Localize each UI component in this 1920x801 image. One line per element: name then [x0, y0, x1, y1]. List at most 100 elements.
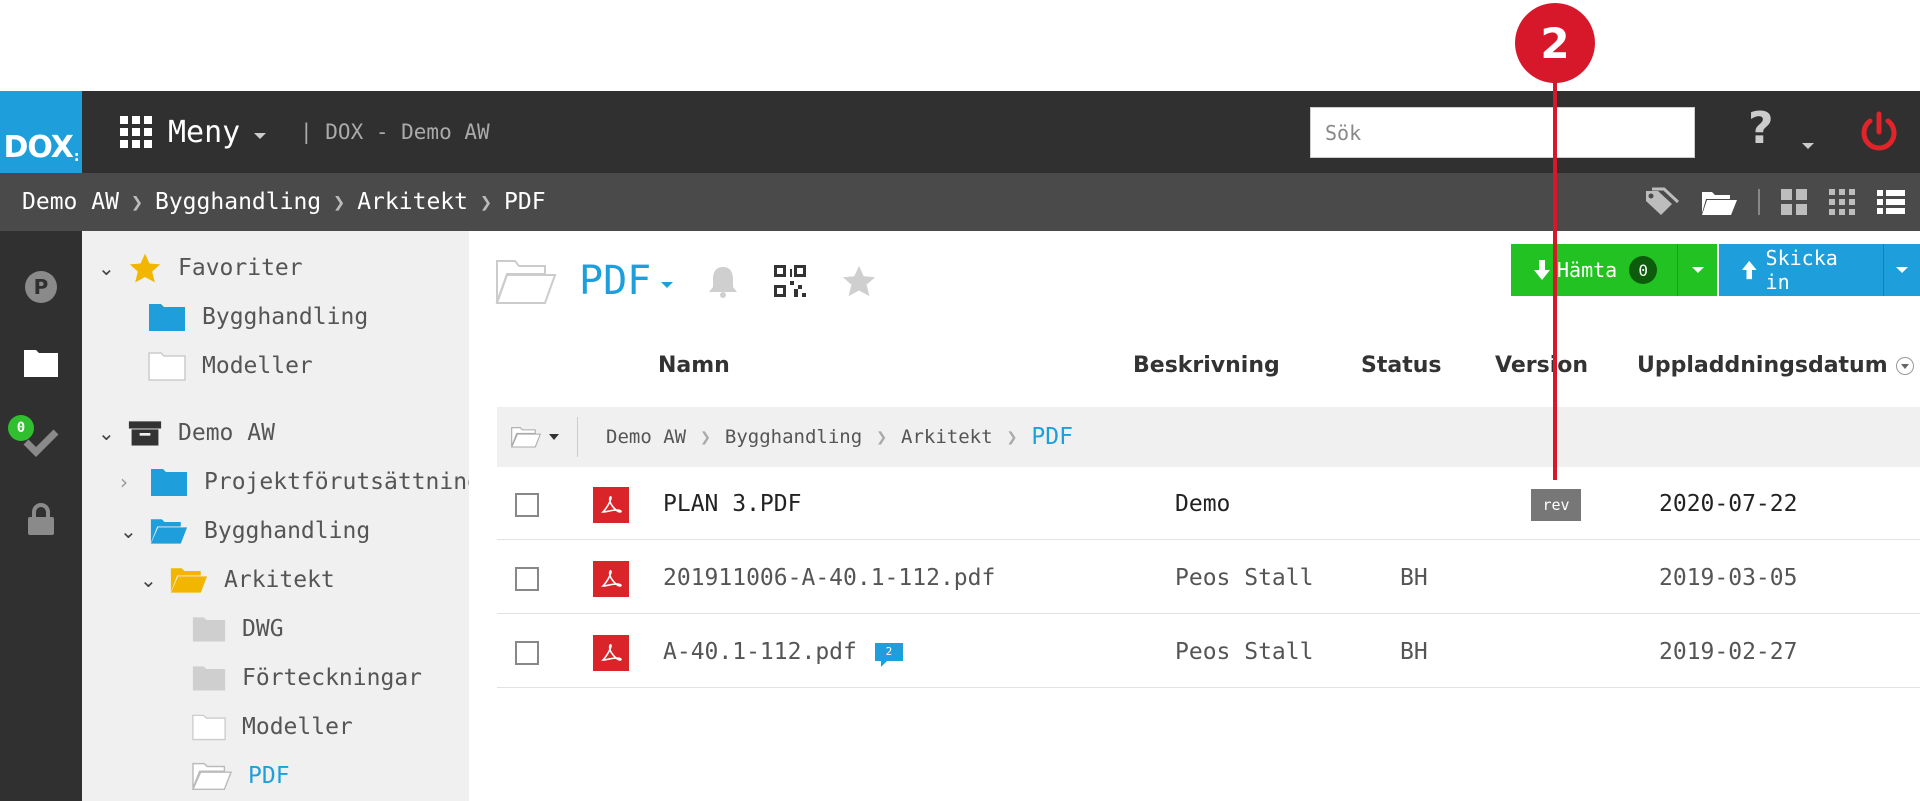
file-description: Peos Stall	[1175, 564, 1314, 591]
file-name[interactable]: 201911006-A-40.1-112.pdf	[663, 541, 995, 614]
chevron-down-icon	[1896, 267, 1908, 273]
app-title: | DOX - Demo AW	[300, 120, 490, 144]
chevron-down-icon[interactable]	[661, 282, 674, 288]
chevron-down-icon[interactable]: ⌄	[140, 568, 160, 592]
sort-down-icon[interactable]	[1895, 357, 1914, 375]
chevron-right-icon[interactable]: ›	[120, 470, 140, 494]
arrow-up-icon	[1741, 260, 1757, 280]
breadcrumb-item[interactable]: Demo AW	[22, 189, 119, 215]
bell-icon[interactable]	[707, 264, 739, 298]
tree-favorites[interactable]: ⌄ Favoriter	[98, 248, 303, 288]
breadcrumb-item[interactable]: Arkitekt	[357, 189, 468, 215]
tree-item-bygghandling[interactable]: ⌄ Bygghandling	[120, 511, 370, 551]
menu-button[interactable]: Meny	[120, 91, 267, 173]
folder-open-icon	[511, 427, 541, 448]
dox-logo[interactable]: DOX:	[0, 91, 82, 173]
star-icon	[129, 253, 161, 283]
rail-item-projects[interactable]: P	[20, 266, 62, 308]
folder-tree: ⌄ Favoriter Bygghandling Modeller ⌄ Demo…	[82, 231, 509, 801]
path-item[interactable]: Arkitekt	[901, 426, 993, 448]
breadcrumb-item[interactable]: Bygghandling	[155, 189, 321, 215]
tree-item-favorite-modeller[interactable]: Modeller	[148, 346, 313, 386]
table-row[interactable]: PLAN 3.PDF Demo rev 2020-07-22	[497, 467, 1920, 540]
row-checkbox[interactable]	[515, 641, 539, 665]
path-item[interactable]: Bygghandling	[725, 426, 862, 448]
chevron-right-icon: ❯	[876, 426, 888, 448]
path-folder-dropdown[interactable]	[497, 417, 578, 457]
tree-item-pdf[interactable]: PDF	[192, 756, 290, 796]
row-checkbox[interactable]	[515, 567, 539, 591]
star-icon[interactable]	[841, 264, 877, 298]
folder-open-icon[interactable]	[1700, 187, 1738, 217]
chevron-down-icon[interactable]: ⌄	[98, 421, 118, 445]
annotation-marker: 2	[1515, 3, 1595, 83]
table-row[interactable]: A-40.1-112.pdf 2 Peos Stall BH 2019-02-2…	[497, 615, 1920, 688]
upload-button[interactable]: Skicka in	[1719, 244, 1884, 296]
table-row[interactable]: 201911006-A-40.1-112.pdf Peos Stall BH 2…	[497, 541, 1920, 614]
column-header-status[interactable]: Status	[1361, 353, 1441, 378]
chevron-down-icon[interactable]: ⌄	[120, 519, 140, 543]
upload-dropdown-button[interactable]	[1883, 244, 1920, 296]
upload-button-group: Skicka in	[1719, 244, 1920, 296]
path-item[interactable]: Demo AW	[606, 426, 686, 448]
pdf-file-icon	[593, 487, 629, 523]
file-name[interactable]: A-40.1-112.pdf	[663, 639, 857, 665]
menu-label: Meny	[168, 114, 241, 150]
search-input[interactable]	[1310, 107, 1695, 158]
folder-open-icon	[495, 260, 557, 304]
folder-title[interactable]: PDF	[579, 258, 651, 304]
small-grid-view-icon[interactable]	[1828, 188, 1856, 216]
pdf-file-icon	[593, 561, 629, 597]
tree-item-dwg[interactable]: DWG	[192, 609, 284, 649]
download-count-badge: 0	[1629, 256, 1658, 284]
apps-grid-icon	[120, 116, 152, 148]
view-tools	[1644, 173, 1906, 231]
help-chevron-down-icon[interactable]	[1802, 143, 1814, 149]
top-bar: DOX: Meny | DOX - Demo AW ?	[0, 91, 1920, 173]
tree-project[interactable]: ⌄ Demo AW	[98, 413, 275, 453]
tree-item-modeller[interactable]: Modeller	[192, 707, 353, 747]
version-badge[interactable]: rev	[1531, 489, 1581, 521]
column-header-version[interactable]: Version	[1495, 353, 1588, 378]
download-button[interactable]: Hämta 0	[1511, 244, 1678, 296]
file-name-cell: A-40.1-112.pdf 2	[663, 615, 903, 688]
rail-item-locked[interactable]	[20, 499, 62, 541]
row-checkbox[interactable]	[515, 493, 539, 517]
main-content: PDF Hämta 0 Skicka in Namn Beskrivning S…	[469, 231, 1920, 801]
file-status: BH	[1400, 564, 1428, 591]
power-icon[interactable]	[1858, 111, 1900, 153]
tree-item-projektforutsattningar[interactable]: › Projektförutsättningar	[120, 462, 509, 502]
folder-open-icon	[192, 762, 232, 791]
large-grid-view-icon[interactable]	[1780, 188, 1808, 216]
rail-item-documents[interactable]	[20, 341, 62, 383]
tree-item-arkitekt[interactable]: ⌄ Arkitekt	[140, 560, 335, 600]
column-header-upload-date[interactable]: Uppladdningsdatum	[1637, 353, 1914, 378]
folder-icon	[148, 352, 186, 381]
comment-count-icon[interactable]: 2	[874, 642, 903, 667]
qr-code-icon[interactable]	[773, 264, 807, 298]
annotation-line	[1553, 80, 1557, 480]
breadcrumb-item[interactable]: PDF	[504, 189, 546, 215]
tree-item-favorite-bygghandling[interactable]: Bygghandling	[148, 297, 368, 337]
tags-icon[interactable]	[1644, 187, 1680, 217]
path-item-current[interactable]: PDF	[1031, 424, 1073, 450]
arrow-down-icon	[1534, 260, 1550, 280]
download-dropdown-button[interactable]	[1677, 244, 1718, 296]
tree-item-forteckningar[interactable]: Förteckningar	[192, 658, 422, 698]
chevron-right-icon: ❯	[1006, 426, 1018, 448]
pdf-file-icon	[593, 635, 629, 671]
column-header-description[interactable]: Beskrivning	[1133, 353, 1280, 378]
path-breadcrumb: Demo AW ❯ Bygghandling ❯ Arkitekt ❯ PDF	[606, 424, 1073, 450]
folder-icon	[192, 714, 226, 741]
chevron-down-icon[interactable]: ⌄	[98, 256, 118, 280]
help-icon[interactable]: ?	[1748, 103, 1774, 154]
chevron-down-icon	[254, 133, 267, 139]
list-view-icon[interactable]	[1876, 188, 1906, 216]
column-header-name[interactable]: Namn	[658, 353, 730, 378]
folder-icon	[192, 617, 226, 642]
file-name[interactable]: PLAN 3.PDF	[663, 467, 801, 540]
checks-count-badge: 0	[8, 415, 34, 441]
file-date: 2019-02-27	[1659, 638, 1798, 665]
folder-header: PDF	[495, 251, 877, 311]
file-description: Demo	[1175, 490, 1231, 517]
